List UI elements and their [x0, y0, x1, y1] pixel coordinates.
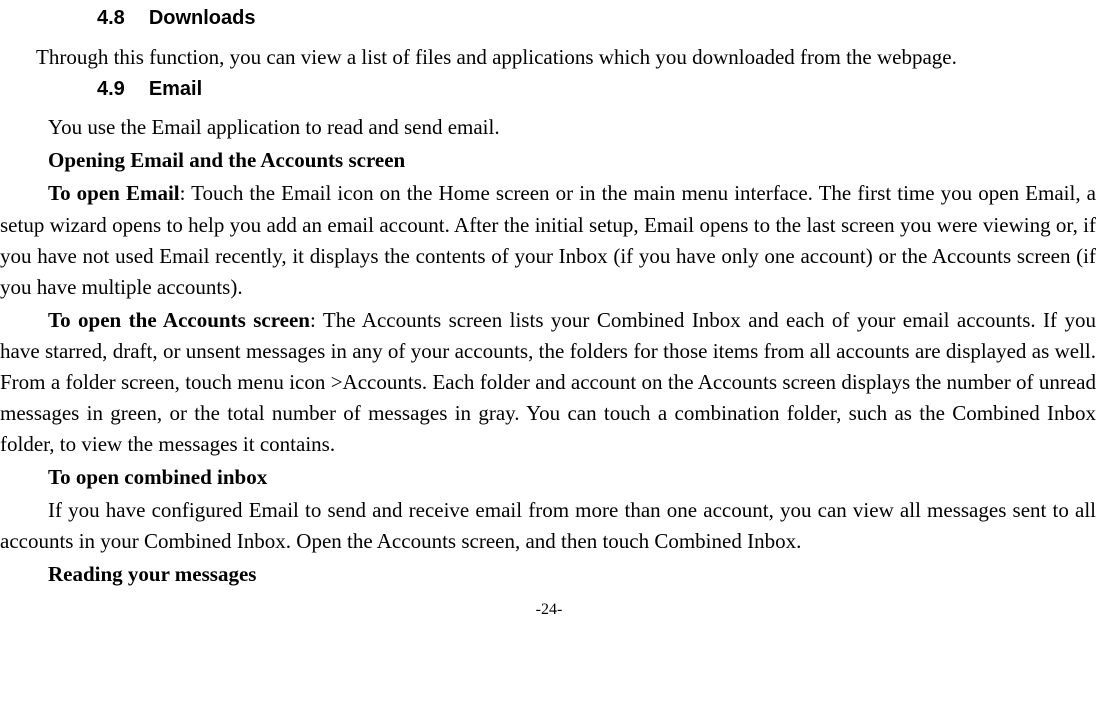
section-number: 4.8 [97, 4, 125, 34]
reading-messages-subheading: Reading your messages [0, 559, 1098, 590]
section-4-9-heading: 4.9 Email [97, 75, 1098, 105]
section-number: 4.9 [97, 75, 125, 105]
to-open-accounts-label: To open the Accounts screen [48, 308, 310, 332]
section-title: Email [149, 78, 202, 100]
to-open-email-label: To open Email [48, 181, 180, 205]
opening-email-subheading: Opening Email and the Accounts screen [0, 145, 1098, 176]
to-open-combined-subheading: To open combined inbox [0, 462, 1098, 493]
document-page: 4.8 Downloads Through this function, you … [0, 0, 1098, 622]
to-open-combined-paragraph: If you have configured Email to send and… [0, 495, 1098, 557]
email-intro-paragraph: You use the Email application to read an… [0, 112, 1098, 143]
to-open-email-paragraph: To open Email: Touch the Email icon on t… [0, 178, 1098, 302]
downloads-paragraph: Through this function, you can view a li… [0, 42, 1098, 73]
section-4-8-heading: 4.8 Downloads [97, 4, 1098, 34]
section-title: Downloads [149, 7, 256, 29]
to-open-accounts-paragraph: To open the Accounts screen: The Account… [0, 305, 1098, 460]
page-number: -24- [0, 598, 1098, 622]
